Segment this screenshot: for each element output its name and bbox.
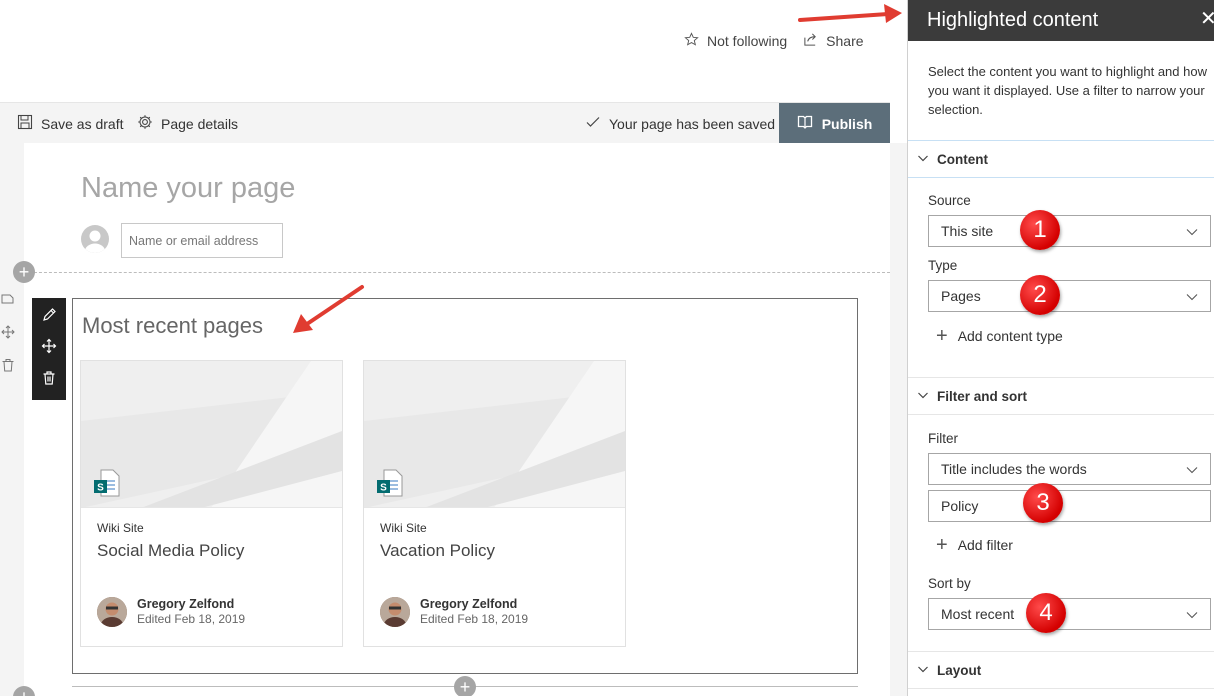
arrow-to-webpart — [293, 285, 364, 333]
annotation-arrows — [293, 4, 902, 333]
arrow-to-pane — [798, 4, 902, 23]
